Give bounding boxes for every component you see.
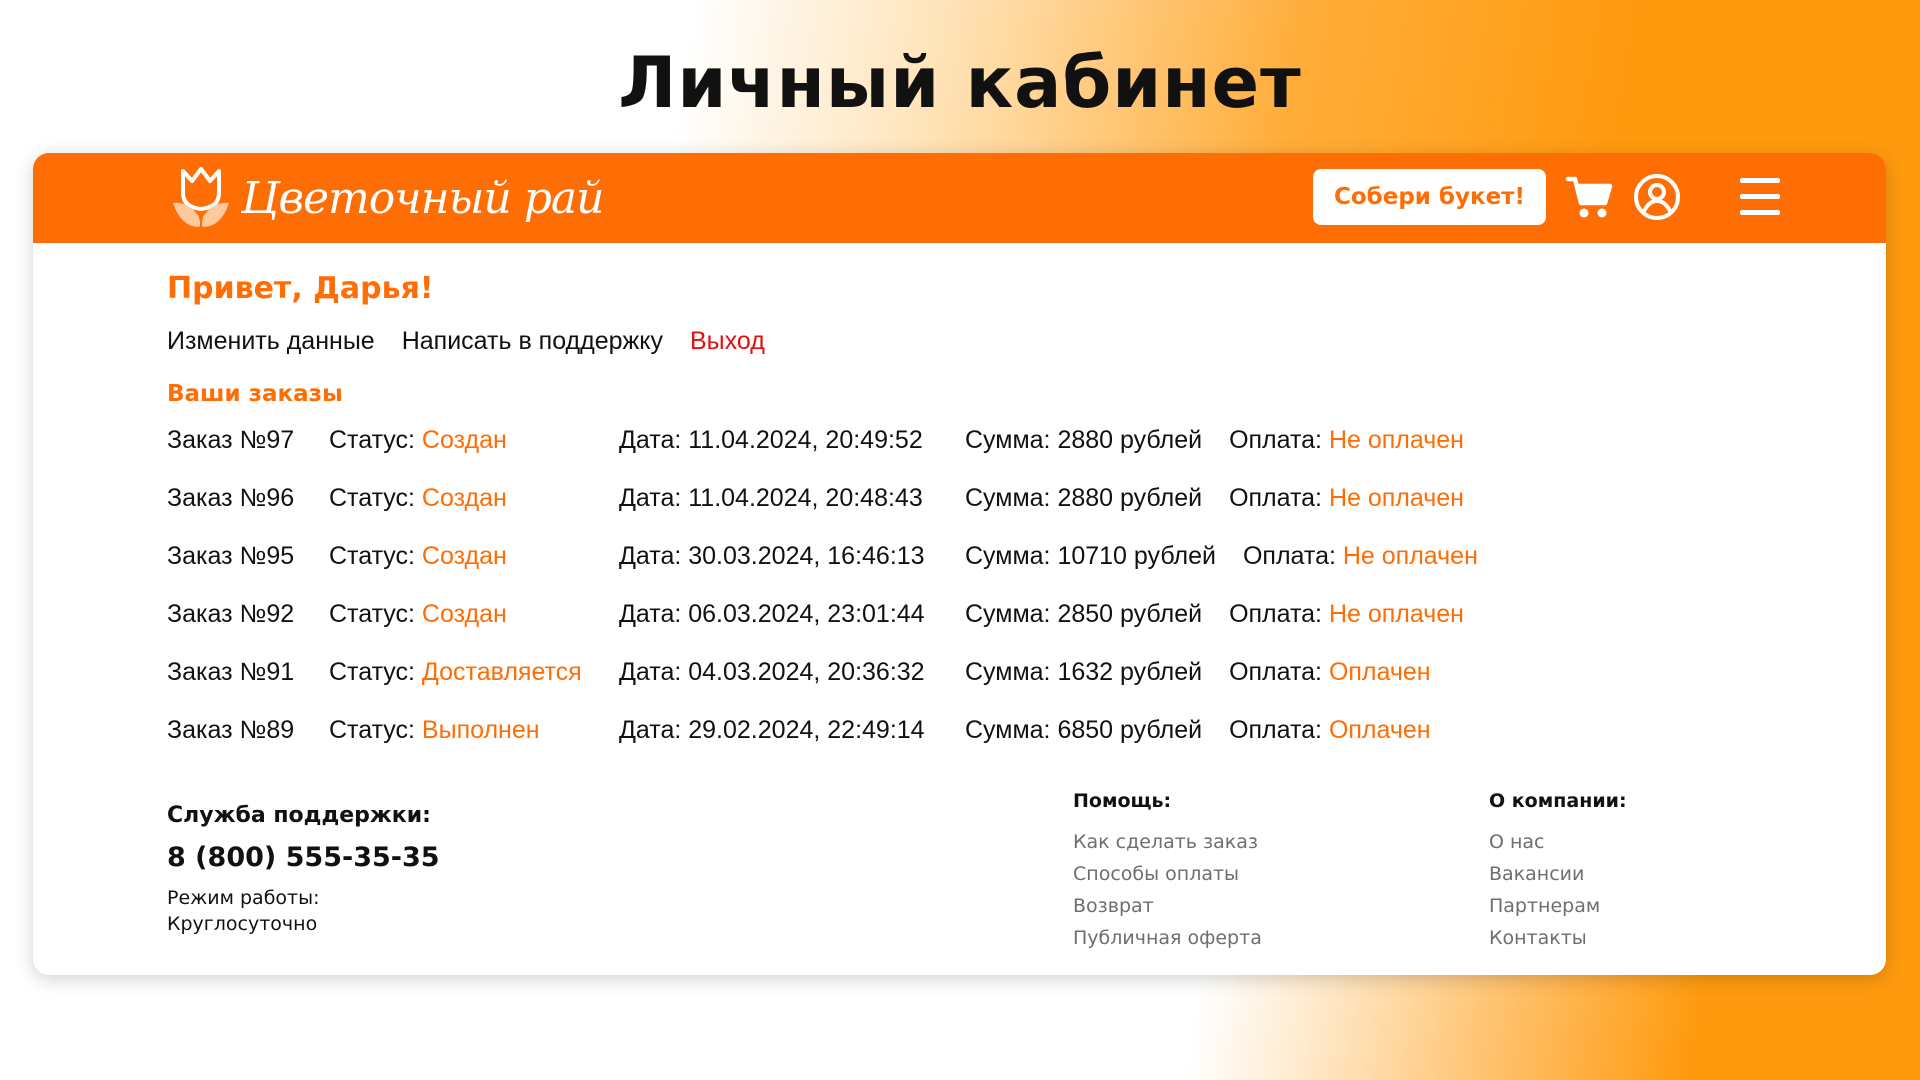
site-logo[interactable]: Цветочный рай bbox=[169, 161, 604, 235]
order-date: Дата: 29.02.2024, 22:49:14 bbox=[619, 715, 925, 744]
order-sum: Сумма: 2850 рублей bbox=[965, 599, 1203, 628]
order-status-value: Создан bbox=[421, 425, 507, 454]
order-date: Дата: 11.04.2024, 20:49:52 bbox=[619, 425, 923, 454]
help-title: Помощь: bbox=[1073, 790, 1172, 812]
account-actions: Изменить данные Написать в поддержку Вых… bbox=[167, 327, 765, 356]
app-window: Цветочный рай Собери букет! Привет, Дарь… bbox=[33, 153, 1886, 975]
order-date: Дата: 11.04.2024, 20:48:43 bbox=[619, 483, 923, 512]
order-status-value: Создан bbox=[421, 541, 507, 570]
order-row[interactable]: Заказ №92 Статус: Создан Дата: 06.03.202… bbox=[167, 585, 1667, 643]
support-phone[interactable]: 8 (800) 555-35-35 bbox=[167, 842, 440, 873]
order-status: Статус: Создан bbox=[329, 541, 507, 570]
user-profile-icon[interactable] bbox=[1633, 173, 1681, 221]
order-number: Заказ №95 bbox=[167, 541, 295, 570]
build-bouquet-button[interactable]: Собери букет! bbox=[1313, 169, 1546, 225]
order-payment-value: Не оплачен bbox=[1328, 425, 1464, 454]
order-payment-value: Оплачен bbox=[1328, 657, 1431, 686]
order-status: Статус: Создан bbox=[329, 483, 507, 512]
company-link-partners[interactable]: Партнерам bbox=[1489, 890, 1627, 922]
order-payment-value: Оплачен bbox=[1328, 715, 1431, 744]
hamburger-menu-icon[interactable] bbox=[1739, 173, 1781, 221]
order-payment: Оплата: Оплачен bbox=[1229, 657, 1431, 686]
support-title: Служба поддержки: bbox=[167, 803, 431, 828]
background-fade bbox=[0, 970, 1920, 1080]
cart-icon[interactable] bbox=[1565, 173, 1615, 221]
order-status-value: Создан bbox=[421, 483, 507, 512]
help-link-payment-methods[interactable]: Способы оплаты bbox=[1073, 858, 1262, 890]
order-row[interactable]: Заказ №96 Статус: Создан Дата: 11.04.202… bbox=[167, 469, 1667, 527]
order-number: Заказ №89 bbox=[167, 715, 295, 744]
order-sum: Сумма: 2880 рублей bbox=[965, 483, 1203, 512]
company-link-vacancies[interactable]: Вакансии bbox=[1489, 858, 1627, 890]
order-number: Заказ №92 bbox=[167, 599, 295, 628]
order-number: Заказ №91 bbox=[167, 657, 295, 686]
company-link-contacts[interactable]: Контакты bbox=[1489, 922, 1627, 954]
company-link-about[interactable]: О нас bbox=[1489, 826, 1627, 858]
order-payment-value: Не оплачен bbox=[1342, 541, 1478, 570]
order-payment: Оплата: Не оплачен bbox=[1229, 599, 1464, 628]
write-support-link[interactable]: Написать в поддержку bbox=[402, 327, 663, 356]
order-status: Статус: Доставляется bbox=[329, 657, 582, 686]
order-number: Заказ №96 bbox=[167, 483, 295, 512]
hours-value: Круглосуточно bbox=[167, 913, 318, 935]
order-payment: Оплата: Не оплачен bbox=[1242, 541, 1478, 570]
order-status-value: Доставляется bbox=[421, 657, 582, 686]
tulip-logo-icon bbox=[173, 167, 229, 227]
order-sum: Сумма: 10710 рублей bbox=[965, 541, 1216, 570]
orders-list: Заказ №97 Статус: Создан Дата: 11.04.202… bbox=[167, 411, 1667, 759]
order-row[interactable]: Заказ №89 Статус: Выполнен Дата: 29.02.2… bbox=[167, 701, 1667, 759]
orders-heading: Ваши заказы bbox=[167, 381, 343, 407]
greeting: Привет, Дарья! bbox=[167, 271, 434, 306]
site-header: Цветочный рай Собери букет! bbox=[33, 153, 1886, 243]
order-row[interactable]: Заказ №95 Статус: Создан Дата: 30.03.202… bbox=[167, 527, 1667, 585]
order-sum: Сумма: 2880 рублей bbox=[965, 425, 1203, 454]
hours-label: Режим работы: bbox=[167, 887, 320, 909]
help-link-returns[interactable]: Возврат bbox=[1073, 890, 1262, 922]
order-date: Дата: 04.03.2024, 20:36:32 bbox=[619, 657, 925, 686]
footer-company: О компании: О нас Вакансии Партнерам Кон… bbox=[1489, 790, 1627, 954]
company-title: О компании: bbox=[1489, 790, 1627, 812]
order-status-value: Выполнен bbox=[421, 715, 540, 744]
support-hours: Режим работы: Круглосуточно bbox=[167, 885, 440, 937]
logo-wordmark: Цветочный рай bbox=[241, 172, 604, 224]
order-payment: Оплата: Не оплачен bbox=[1229, 425, 1464, 454]
order-payment: Оплата: Оплачен bbox=[1229, 715, 1431, 744]
order-status: Статус: Выполнен bbox=[329, 715, 540, 744]
footer-help: Помощь: Как сделать заказ Способы оплаты… bbox=[1073, 790, 1262, 954]
order-status: Статус: Создан bbox=[329, 599, 507, 628]
help-link-public-offer[interactable]: Публичная оферта bbox=[1073, 922, 1262, 954]
order-payment: Оплата: Не оплачен bbox=[1229, 483, 1464, 512]
order-status-value: Создан bbox=[421, 599, 507, 628]
logout-link[interactable]: Выход bbox=[690, 327, 765, 356]
order-sum: Сумма: 6850 рублей bbox=[965, 715, 1203, 744]
order-row[interactable]: Заказ №91 Статус: Доставляется Дата: 04.… bbox=[167, 643, 1667, 701]
order-date: Дата: 30.03.2024, 16:46:13 bbox=[619, 541, 925, 570]
order-sum: Сумма: 1632 рублей bbox=[965, 657, 1203, 686]
slide-title: Личный кабинет bbox=[618, 42, 1302, 124]
help-link-how-to-order[interactable]: Как сделать заказ bbox=[1073, 826, 1262, 858]
order-row[interactable]: Заказ №97 Статус: Создан Дата: 11.04.202… bbox=[167, 411, 1667, 469]
footer-support: Служба поддержки: 8 (800) 555-35-35 Режи… bbox=[167, 803, 440, 937]
edit-data-link[interactable]: Изменить данные bbox=[167, 327, 375, 356]
order-number: Заказ №97 bbox=[167, 425, 295, 454]
order-date: Дата: 06.03.2024, 23:01:44 bbox=[619, 599, 925, 628]
order-payment-value: Не оплачен bbox=[1328, 599, 1464, 628]
order-payment-value: Не оплачен bbox=[1328, 483, 1464, 512]
order-status: Статус: Создан bbox=[329, 425, 507, 454]
